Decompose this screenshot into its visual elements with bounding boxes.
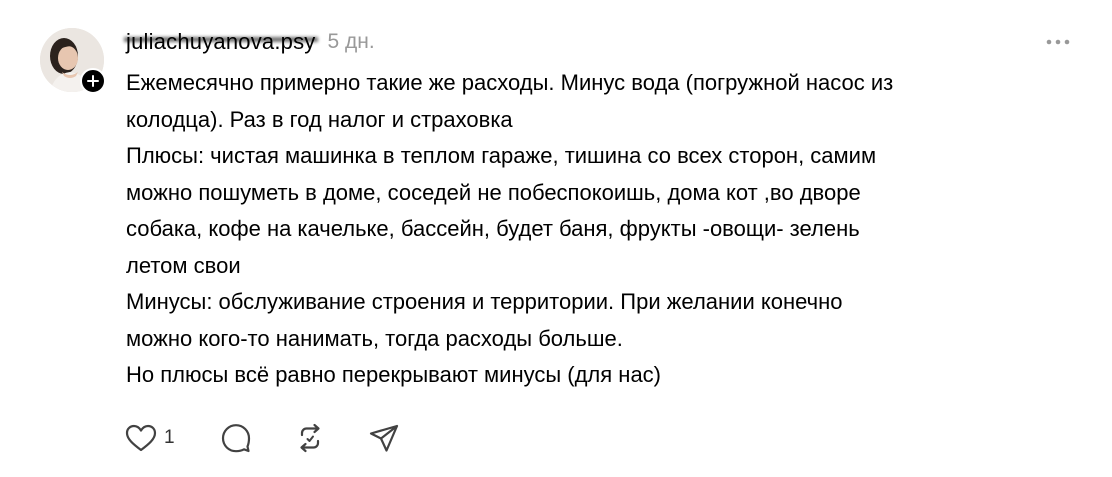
like-count: 1 [164, 427, 175, 448]
comment-icon [221, 424, 251, 453]
post-text-line: летом свои [126, 252, 241, 278]
post-timestamp[interactable]: 5 дн. [328, 30, 375, 54]
post-text-line: Минусы: обслуживание строения и территор… [126, 289, 843, 314]
post-text-line: можно пошуметь в доме, соседей не побесп… [126, 179, 861, 205]
post-actions: 1 [124, 420, 408, 456]
post-text-line: собака, кофе на качельке, бассейн, будет… [126, 216, 860, 241]
author-avatar-container [40, 28, 106, 94]
repost-button[interactable] [294, 422, 368, 454]
post-text-line: Ежемесячно примерно такие же расходы. Ми… [126, 70, 894, 95]
more-horizontal-icon [1046, 39, 1070, 45]
follow-button[interactable] [80, 68, 106, 94]
post-body: Ежемесячно примерно такие же расходы. Ми… [126, 65, 1086, 394]
reply-button[interactable] [220, 422, 294, 454]
like-button[interactable]: 1 [124, 423, 220, 453]
post-text-line: колодца). Раз в год налог и страховка [126, 106, 513, 132]
repost-icon [300, 423, 320, 453]
post-text-line: можно кого-то нанимать, тогда расходы бо… [126, 325, 623, 351]
heart-icon [125, 424, 157, 452]
share-button[interactable] [368, 422, 408, 454]
more-options-button[interactable] [1040, 28, 1076, 56]
send-icon [369, 424, 399, 452]
post-text-line: Но плюсы всё равно перекрывают минусы (д… [126, 362, 662, 387]
username-link[interactable]: juliachuyanova.psy [126, 29, 316, 55]
post-text-line: Плюсы: чистая машинка в теплом гараже, т… [126, 143, 877, 168]
plus-icon [87, 75, 99, 87]
thread-post: juliachuyanova.psy 5 дн. Ежемесячно прим… [0, 0, 1112, 477]
post-header: juliachuyanova.psy 5 дн. [126, 26, 375, 58]
